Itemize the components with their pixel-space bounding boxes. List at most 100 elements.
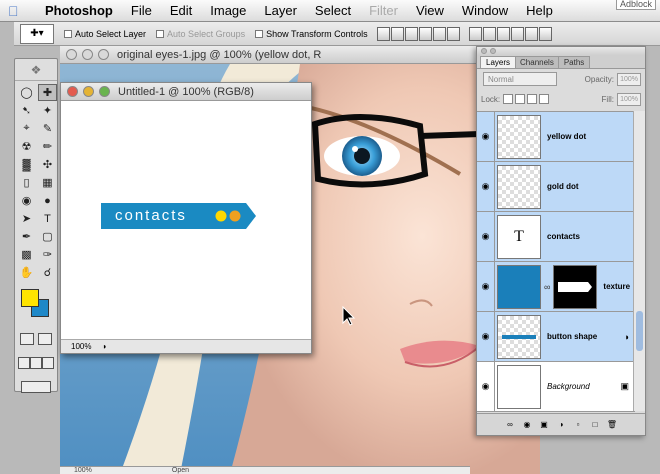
visibility-eye-icon[interactable]: ◉ — [477, 361, 495, 412]
menu-select[interactable]: Select — [306, 3, 360, 18]
close-window-icon[interactable] — [66, 49, 77, 60]
menu-help[interactable]: Help — [517, 3, 562, 18]
minimize-panel-icon[interactable] — [490, 48, 496, 54]
menu-view[interactable]: View — [407, 3, 453, 18]
adblock-label[interactable]: Adblock — [615, 0, 656, 10]
shape-tool-icon[interactable]: ▢ — [38, 228, 57, 245]
distribute-right-icon[interactable] — [538, 26, 552, 41]
layer-row-contacts[interactable]: ◉ T contacts — [477, 211, 635, 262]
align-left-icon[interactable] — [418, 26, 432, 41]
fill-field[interactable]: 100% — [617, 92, 641, 106]
layer-row-button-shape[interactable]: ◉ button shape ◑ — [477, 311, 635, 362]
lock-image-icon[interactable] — [515, 94, 526, 104]
dodge-tool-icon[interactable]: ● — [38, 192, 57, 209]
layer-row-texture[interactable]: ◉ ∞ texture — [477, 261, 635, 312]
zoom-tool-icon[interactable]: ☌ — [38, 264, 57, 281]
hand-tool-icon[interactable]: ✋ — [17, 264, 36, 281]
tab-channels[interactable]: Channels — [514, 56, 560, 68]
visibility-eye-icon[interactable]: ◉ — [477, 311, 495, 362]
photo-window-titlebar[interactable]: original eyes-1.jpg @ 100% (yellow dot, … — [60, 46, 540, 64]
minimize-window-icon[interactable] — [82, 49, 93, 60]
distribute-left-icon[interactable] — [510, 26, 524, 41]
layer-name[interactable]: texture — [603, 282, 630, 291]
menu-edit[interactable]: Edit — [161, 3, 201, 18]
scrollbar-thumb[interactable] — [636, 311, 643, 351]
path-selection-tool-icon[interactable]: ➤ — [17, 210, 36, 227]
visibility-eye-icon[interactable]: ◉ — [477, 261, 495, 312]
standard-mode-icon[interactable] — [20, 333, 34, 345]
layer-name[interactable]: contacts — [547, 232, 580, 241]
eyedropper-tool-icon[interactable]: ✑ — [38, 246, 57, 263]
layer-row-yellow-dot[interactable]: ◉ yellow dot — [477, 111, 635, 162]
show-transform-controls-checkbox[interactable]: Show Transform Controls — [255, 29, 368, 39]
opacity-field[interactable]: 100% — [617, 72, 641, 86]
quick-mask-mode-icon[interactable] — [38, 333, 52, 345]
distribute-top-icon[interactable] — [468, 26, 482, 41]
gradient-tool-icon[interactable]: ▦ — [38, 174, 57, 191]
lock-transparency-icon[interactable] — [503, 94, 514, 104]
distribute-hcenter-icon[interactable] — [524, 26, 538, 41]
lock-position-icon[interactable] — [527, 94, 538, 104]
crop-tool-icon[interactable]: ⌖ — [17, 120, 36, 137]
menu-filter[interactable]: Filter — [360, 3, 407, 18]
auto-select-groups-checkbox[interactable]: Auto Select Groups — [156, 29, 245, 39]
clone-stamp-tool-icon[interactable]: ▓ — [17, 156, 36, 173]
delete-layer-icon[interactable]: 🗑 — [606, 419, 618, 431]
blend-mode-select[interactable]: Normal — [483, 72, 557, 86]
untitled-document-window[interactable]: Untitled-1 @ 100% (RGB/8) contacts 100% … — [60, 82, 312, 354]
screen-mode-full-icon[interactable] — [42, 357, 54, 369]
layer-row-background[interactable]: ◉ Background ▣ — [477, 361, 635, 412]
untitled-window-titlebar[interactable]: Untitled-1 @ 100% (RGB/8) — [61, 83, 311, 101]
align-hcenter-icon[interactable] — [432, 26, 446, 41]
layer-style-icon[interactable]: ◑ — [624, 332, 629, 342]
screen-mode-standard-icon[interactable] — [18, 357, 30, 369]
apple-menu-icon[interactable]:  — [8, 3, 26, 19]
zoom-window-icon[interactable] — [99, 86, 110, 97]
menu-app-name[interactable]: Photoshop — [36, 3, 122, 18]
notes-tool-icon[interactable]: ▩ — [17, 246, 36, 263]
pen-tool-icon[interactable]: ✒ — [17, 228, 36, 245]
brush-tool-icon[interactable]: ✏ — [38, 138, 57, 155]
tool-preset-picker[interactable]: ✚▾ — [20, 23, 54, 44]
feather-logo-icon[interactable]: ❖ — [15, 59, 57, 81]
layer-name[interactable]: gold dot — [547, 182, 579, 191]
menu-window[interactable]: Window — [453, 3, 517, 18]
jump-to-imageready-icon[interactable] — [21, 381, 51, 393]
new-group-icon[interactable]: ▫ — [572, 419, 584, 431]
layers-scrollbar[interactable] — [633, 111, 645, 411]
tab-paths[interactable]: Paths — [557, 56, 591, 68]
minimize-window-icon[interactable] — [83, 86, 94, 97]
mask-link-icon[interactable]: ∞ — [544, 282, 550, 292]
screen-mode-menubar-icon[interactable] — [30, 357, 42, 369]
document-canvas[interactable]: contacts — [61, 101, 311, 339]
align-vcenter-icon[interactable] — [390, 26, 404, 41]
history-brush-tool-icon[interactable]: ✣ — [38, 156, 57, 173]
type-tool-icon[interactable]: T — [38, 210, 57, 227]
distribute-bottom-icon[interactable] — [496, 26, 510, 41]
slice-tool-icon[interactable]: ✎ — [38, 120, 57, 137]
layer-name[interactable]: Background — [547, 382, 590, 391]
tab-layers[interactable]: Layers — [480, 56, 517, 68]
visibility-eye-icon[interactable]: ◉ — [477, 211, 495, 262]
visibility-eye-icon[interactable]: ◉ — [477, 161, 495, 212]
status-menu-icon[interactable]: ◑ — [101, 342, 106, 351]
lock-all-icon[interactable] — [539, 94, 550, 104]
foreground-color-swatch[interactable] — [21, 289, 39, 307]
menu-file[interactable]: File — [122, 3, 161, 18]
menu-layer[interactable]: Layer — [255, 3, 306, 18]
align-top-icon[interactable] — [376, 26, 390, 41]
adjustment-layer-icon[interactable]: ◑ — [555, 419, 567, 431]
eraser-tool-icon[interactable]: ▯ — [17, 174, 36, 191]
add-mask-icon[interactable]: ▣ — [538, 419, 550, 431]
blur-tool-icon[interactable]: ◉ — [17, 192, 36, 209]
new-layer-icon[interactable]: □ — [589, 419, 601, 431]
menu-image[interactable]: Image — [201, 3, 255, 18]
layer-name[interactable]: yellow dot — [547, 132, 586, 141]
layers-panel-titlebar[interactable] — [477, 47, 645, 55]
align-bottom-icon[interactable] — [404, 26, 418, 41]
magic-wand-tool-icon[interactable]: ✦ — [38, 102, 57, 119]
move-tool-icon[interactable]: ✚ — [38, 84, 57, 101]
auto-select-layer-checkbox[interactable]: Auto Select Layer — [64, 29, 146, 39]
lasso-tool-icon[interactable]: ➷ — [17, 102, 36, 119]
layer-mask-thumbnail[interactable] — [553, 264, 598, 309]
